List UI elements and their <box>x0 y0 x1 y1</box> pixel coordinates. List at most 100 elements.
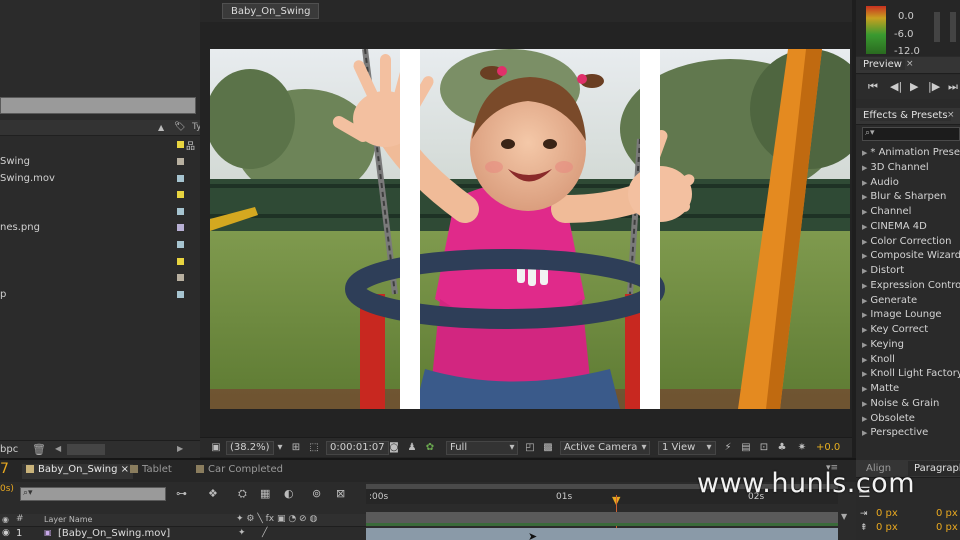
flowchart-icon[interactable]: 品 <box>186 139 195 152</box>
resolution-dropdown-icon[interactable]: ▾ <box>506 442 518 454</box>
label-color-swatch[interactable] <box>177 241 184 248</box>
disclosure-triangle-icon[interactable]: ▶ <box>862 385 867 393</box>
grid-icon[interactable]: ⊞ <box>290 442 302 454</box>
label-color-swatch[interactable] <box>177 224 184 232</box>
disclosure-triangle-icon[interactable]: ▶ <box>862 164 867 172</box>
effects-category[interactable]: ▶ Keying <box>862 339 960 354</box>
play-icon[interactable]: ▶ <box>910 80 918 93</box>
effects-category[interactable]: ▶ 3D Channel <box>862 162 960 177</box>
effects-category[interactable]: ▶ Generate <box>862 295 960 310</box>
disclosure-triangle-icon[interactable]: ▶ <box>862 429 867 437</box>
effects-category[interactable]: ▶ Expression Controls <box>862 280 960 295</box>
effects-category[interactable]: ▶ Audio <box>862 177 960 192</box>
disclosure-triangle-icon[interactable]: ▶ <box>862 370 867 378</box>
timeline-tab[interactable]: Baby_On_Swing × <box>22 464 134 479</box>
project-list-item[interactable]: nes.png <box>0 220 200 237</box>
exposure-value[interactable]: +0.0 <box>816 442 840 453</box>
effects-category[interactable]: ▶ Key Correct <box>862 324 960 339</box>
hide-shy-layers-icon[interactable]: ⛭ <box>238 487 247 501</box>
project-list-item[interactable]: Swing.mov <box>0 171 200 188</box>
quality-icon[interactable]: ╱ <box>262 528 267 538</box>
layer-name[interactable]: [Baby_On_Swing.mov] <box>58 528 170 539</box>
label-color-swatch[interactable] <box>177 141 184 148</box>
space-before-value[interactable]: 0 px <box>876 522 898 533</box>
effects-category[interactable]: ▶ Composite Wizard <box>862 250 960 265</box>
current-time-display[interactable]: 7 <box>0 461 9 477</box>
disclosure-triangle-icon[interactable]: ▶ <box>862 326 867 334</box>
video-frame[interactable] <box>210 49 850 409</box>
trash-icon[interactable]: 🗑 <box>32 443 46 456</box>
bit-depth-button[interactable]: bpc <box>0 444 18 455</box>
eye-icon[interactable]: ◉ <box>2 515 9 524</box>
project-list-item[interactable] <box>0 237 200 254</box>
effects-category[interactable]: ▶ Noise & Grain <box>862 398 960 413</box>
disclosure-triangle-icon[interactable]: ▶ <box>862 252 867 260</box>
indent-left-value[interactable]: 0 px <box>876 508 898 519</box>
layer-row[interactable]: ◉ 1 ▣ [Baby_On_Swing.mov] ✦ ╱ <box>0 528 366 540</box>
pixel-aspect-icon[interactable]: ♣ <box>776 442 788 454</box>
layer-duration-bar[interactable] <box>366 528 838 540</box>
label-color-swatch[interactable] <box>177 274 184 282</box>
target-region-icon[interactable]: ◰ <box>524 442 536 454</box>
disclosure-triangle-icon[interactable]: ▶ <box>862 208 867 216</box>
horizontal-scrollbar[interactable] <box>67 444 105 455</box>
effects-category[interactable]: ▶ Blur & Sharpen <box>862 191 960 206</box>
effects-category[interactable]: ▶ CINEMA 4D <box>862 221 960 236</box>
effects-category[interactable]: ▶ Matte <box>862 383 960 398</box>
disclosure-triangle-icon[interactable]: ▶ <box>862 297 867 305</box>
tab-effects-presets[interactable]: Effects & Presets <box>860 110 951 121</box>
label-color-swatch[interactable] <box>177 191 184 199</box>
disclosure-triangle-icon[interactable]: ▶ <box>862 238 867 246</box>
effects-category[interactable]: ▶ * Animation Presets <box>862 147 960 162</box>
audio-slider-right[interactable] <box>950 12 956 42</box>
effects-category[interactable]: ▶ Obsolete <box>862 413 960 428</box>
show-snapshot-icon[interactable]: ♟ <box>406 442 418 454</box>
project-list-item[interactable] <box>0 187 200 204</box>
effects-search-input[interactable]: ⌕▾ <box>862 127 960 141</box>
next-frame-icon[interactable]: |▶ <box>928 80 940 93</box>
camera-select[interactable]: Active Camera <box>560 441 650 455</box>
type-column-header[interactable]: Ty <box>192 122 200 132</box>
first-frame-icon[interactable]: ⏮ <box>868 80 878 94</box>
tab-composition[interactable]: Baby_On_Swing <box>222 3 320 19</box>
sort-arrow-icon[interactable]: ▲ <box>158 123 164 132</box>
comp-mini-flowchart-icon[interactable]: ⊶ <box>176 487 187 500</box>
fast-previews-icon[interactable]: ⚡ <box>722 442 734 454</box>
label-color-swatch[interactable] <box>177 174 184 182</box>
label-tag-icon[interactable]: 🏷 <box>174 122 185 133</box>
disclosure-triangle-icon[interactable]: ▶ <box>862 415 867 423</box>
timeline-tab[interactable]: Tablet <box>130 464 172 479</box>
disclosure-triangle-icon[interactable]: ▶ <box>862 400 867 408</box>
tab-paragraph[interactable]: Paragraph <box>908 461 960 476</box>
exposure-icon[interactable]: ✷ <box>796 442 808 454</box>
always-preview-icon[interactable]: ▣ <box>210 442 222 454</box>
comp-flowchart-icon[interactable]: ⊡ <box>758 442 770 454</box>
audio-slider-left[interactable] <box>934 12 940 42</box>
space-after-value[interactable]: 0 px <box>936 522 958 533</box>
zoom-dropdown-icon[interactable]: ▾ <box>274 442 286 454</box>
timeline-scrollbar[interactable]: ▼ <box>840 512 854 540</box>
disclosure-triangle-icon[interactable]: ▶ <box>862 341 867 349</box>
scroll-up-icon[interactable]: ▼ <box>841 512 847 521</box>
disclosure-triangle-icon[interactable]: ▶ <box>862 267 867 275</box>
disclosure-triangle-icon[interactable]: ▶ <box>862 282 867 290</box>
color-channels-icon[interactable]: ✿ <box>424 442 436 454</box>
label-color-swatch[interactable] <box>177 207 184 215</box>
close-icon[interactable]: × <box>906 59 914 69</box>
snapshot-camera-icon[interactable]: ◙ <box>388 442 400 454</box>
timeline-search-input[interactable]: ⌕▾ <box>20 487 166 501</box>
close-icon[interactable]: × <box>947 110 955 120</box>
close-icon[interactable]: × <box>117 464 129 475</box>
project-list-item[interactable] <box>0 270 200 287</box>
tab-preview[interactable]: Preview <box>860 59 905 70</box>
effects-category[interactable]: ▶ Channel <box>862 206 960 221</box>
disclosure-triangle-icon[interactable]: ▶ <box>862 179 867 187</box>
indent-right-value[interactable]: 0 px <box>936 508 958 519</box>
region-of-interest-icon[interactable]: ⬚ <box>308 442 320 454</box>
effects-category[interactable]: ▶ Image Lounge <box>862 309 960 324</box>
motion-blur-icon[interactable]: ◐ <box>284 487 294 500</box>
layer-switch-icon[interactable]: ✦ <box>238 528 246 538</box>
transparency-grid-icon[interactable]: ▩ <box>542 442 554 454</box>
project-list-item[interactable]: 品 <box>0 137 200 154</box>
effects-category[interactable]: ▶ Distort <box>862 265 960 280</box>
